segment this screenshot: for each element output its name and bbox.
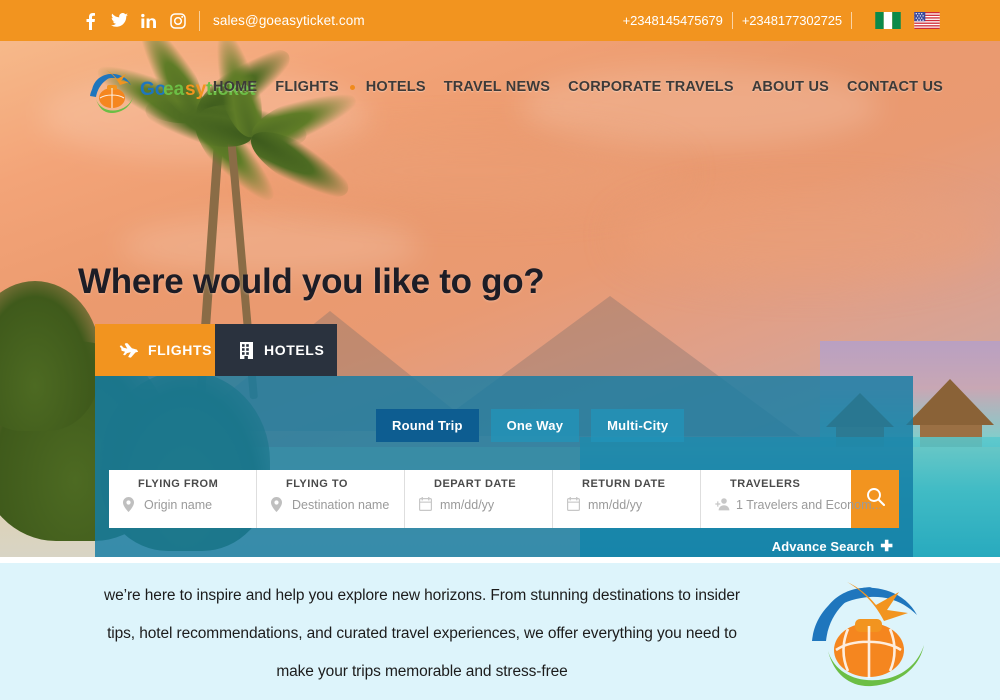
advance-search-label: Advance Search	[771, 539, 875, 554]
building-icon	[239, 341, 254, 360]
main-navigation: HOME FLIGHTS HOTELS TRAVEL NEWS CORPORAT…	[204, 79, 952, 95]
logo-mark-icon	[90, 70, 133, 113]
field-flying-from-input[interactable]: Origin name	[144, 498, 212, 512]
plane-icon	[119, 342, 138, 359]
linkedin-icon[interactable]	[140, 11, 157, 30]
field-depart-date-input[interactable]: mm/dd/yy	[440, 498, 494, 512]
goeasyticket-logo-icon	[812, 582, 924, 687]
field-travelers-input[interactable]: 1 Travelers and Econom...	[736, 498, 882, 512]
phone-number-1[interactable]: +2348145475679	[623, 13, 723, 28]
facebook-icon[interactable]	[82, 11, 99, 30]
nav-item-home[interactable]: HOME	[204, 79, 266, 95]
plus-icon: ✚	[880, 538, 893, 555]
trip-type-multi-city[interactable]: Multi-City	[591, 409, 685, 442]
hero-section: Go ea sy ticket HOME FLIGHTS HOTELS TRAV…	[0, 41, 1000, 557]
tab-flights[interactable]: FLIGHTS	[95, 324, 215, 376]
hero-headline: Where would you like to go?	[78, 262, 545, 301]
field-flying-from[interactable]: FLYING FROM Origin name	[109, 470, 257, 528]
nav-item-hotels[interactable]: HOTELS	[357, 79, 435, 95]
top-bar-left: sales@goeasyticket.com	[82, 10, 365, 31]
nav-dropdown-indicator-icon	[349, 84, 355, 90]
nav-item-corporate-travels[interactable]: CORPORATE TRAVELS	[559, 79, 743, 95]
contact-email[interactable]: sales@goeasyticket.com	[213, 13, 365, 28]
social-links	[82, 11, 186, 30]
field-travelers[interactable]: TRAVELERS 1 Travelers and Econom...	[701, 470, 882, 528]
svg-text:ea: ea	[163, 79, 185, 100]
top-bar: sales@goeasyticket.com +2348145475679 +2…	[0, 0, 1000, 41]
divider	[851, 12, 852, 29]
calendar-icon	[419, 497, 433, 512]
field-return-date-input[interactable]: mm/dd/yy	[588, 498, 642, 512]
tab-flights-label: FLIGHTS	[148, 342, 213, 358]
field-flying-to[interactable]: FLYING TO Destination name	[257, 470, 405, 528]
advance-search-toggle[interactable]: Advance Search ✚	[772, 539, 893, 554]
nav-item-contact-us[interactable]: CONTACT US	[838, 79, 952, 95]
instagram-icon[interactable]	[169, 11, 186, 30]
field-travelers-label: TRAVELERS	[730, 478, 801, 490]
travelers-icon	[715, 497, 730, 512]
tab-hotels-label: HOTELS	[264, 342, 325, 358]
flag-usa-icon[interactable]	[914, 12, 940, 29]
top-bar-right: +2348145475679 +2348177302725	[623, 12, 940, 29]
field-return-date[interactable]: RETURN DATE mm/dd/yy	[553, 470, 701, 528]
field-depart-date[interactable]: DEPART DATE mm/dd/yy	[405, 470, 553, 528]
location-pin-icon	[271, 497, 285, 512]
divider	[731, 12, 733, 29]
location-pin-icon	[123, 497, 137, 512]
flight-search-panel: Round Trip One Way Multi-City FLYING FRO…	[95, 376, 913, 557]
intro-paragraph: we’re here to inspire and help you explo…	[104, 587, 740, 680]
booking-tabs: FLIGHTS HOTELS	[95, 324, 337, 376]
language-flags	[875, 12, 940, 29]
field-depart-date-label: DEPART DATE	[434, 478, 517, 490]
nav-item-about-us[interactable]: ABOUT US	[743, 79, 838, 95]
nav-item-flights[interactable]: FLIGHTS	[266, 79, 347, 95]
tab-hotels[interactable]: HOTELS	[215, 324, 337, 376]
field-return-date-label: RETURN DATE	[582, 478, 666, 490]
trip-type-one-way[interactable]: One Way	[490, 409, 580, 442]
search-fields: FLYING FROM Origin name FLYING TO Destin…	[109, 470, 899, 528]
twitter-icon[interactable]	[111, 11, 128, 30]
trip-type-selector: Round Trip One Way Multi-City	[376, 409, 685, 442]
flag-nigeria-icon[interactable]	[875, 12, 901, 29]
field-flying-from-label: FLYING FROM	[138, 478, 219, 490]
footer-logo	[795, 565, 940, 693]
nav-item-flights-label: FLIGHTS	[275, 79, 339, 95]
field-flying-to-label: FLYING TO	[286, 478, 348, 490]
nav-item-travel-news[interactable]: TRAVEL NEWS	[435, 79, 559, 95]
field-flying-to-input[interactable]: Destination name	[292, 498, 389, 512]
calendar-icon	[567, 497, 581, 512]
divider	[199, 10, 200, 31]
phone-number-2[interactable]: +2348177302725	[742, 13, 842, 28]
hero-content: Go ea sy ticket HOME FLIGHTS HOTELS TRAV…	[0, 41, 1000, 557]
trip-type-round-trip[interactable]: Round Trip	[376, 409, 479, 442]
